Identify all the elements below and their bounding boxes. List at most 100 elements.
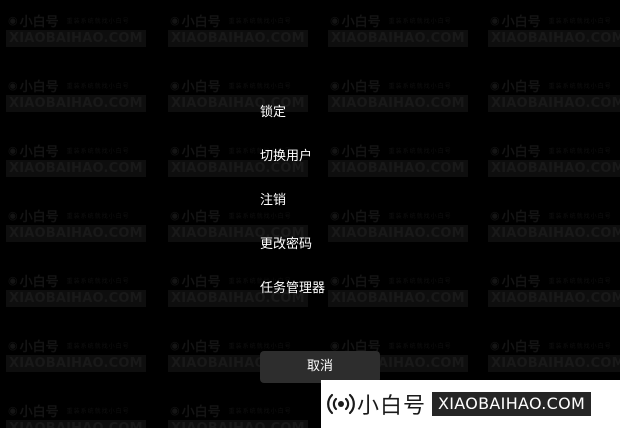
watermark-domain: XIAOBAIHAO.COM (6, 95, 146, 112)
watermark-tile: ◉小白号重装系统就找小白号 XIAOBAIHAO.COM (486, 12, 620, 52)
watermark-tile: ◉小白号重装系统就找小白号 XIAOBAIHAO.COM (486, 337, 620, 377)
watermark-tile: ◉小白号重装系统就找小白号 XIAOBAIHAO.COM (4, 12, 146, 52)
watermark-brand: 小白号 (501, 144, 541, 160)
broadcast-icon: ◉ (330, 143, 340, 157)
watermark-tagline: 重装系统就找小白号 (66, 212, 130, 220)
broadcast-icon: ◉ (330, 208, 340, 222)
watermark-tagline: 重装系统就找小白号 (66, 342, 130, 350)
watermark-brand: 小白号 (501, 274, 541, 290)
watermark-domain: XIAOBAIHAO.COM (6, 160, 146, 177)
watermark-tagline: 重装系统就找小白号 (388, 147, 452, 155)
watermark-tagline: 重装系统就找小白号 (548, 212, 612, 220)
broadcast-icon (327, 390, 355, 418)
broadcast-icon: ◉ (170, 208, 180, 222)
watermark-brand: 小白号 (341, 274, 381, 290)
watermark-tagline: 重装系统就找小白号 (548, 82, 612, 90)
watermark-tile: ◉小白号重装系统就找小白号 XIAOBAIHAO.COM (4, 337, 146, 377)
watermark-brand: 小白号 (19, 144, 59, 160)
watermark-tagline: 重装系统就找小白号 (228, 82, 292, 90)
watermark-brand: 小白号 (341, 14, 381, 30)
menu-item-change-password[interactable]: 更改密码 (260, 232, 312, 258)
watermark-brand: 小白号 (181, 79, 221, 95)
broadcast-icon: ◉ (330, 78, 340, 92)
broadcast-icon: ◉ (8, 273, 18, 287)
watermark-brand: 小白号 (181, 209, 221, 225)
watermark-domain: XIAOBAIHAO.COM (488, 160, 620, 177)
watermark-tagline: 重装系统就找小白号 (388, 17, 452, 25)
watermark-brand: 小白号 (181, 274, 221, 290)
watermark-domain: XIAOBAIHAO.COM (6, 225, 146, 242)
watermark-domain: XIAOBAIHAO.COM (168, 95, 308, 112)
broadcast-icon: ◉ (490, 208, 500, 222)
watermark-brand: 小白号 (501, 209, 541, 225)
cancel-button[interactable]: 取消 (260, 351, 380, 383)
watermark-tile: ◉小白号重装系统就找小白号 XIAOBAIHAO.COM (4, 402, 146, 428)
broadcast-icon: ◉ (170, 143, 180, 157)
broadcast-icon: ◉ (330, 338, 340, 352)
broadcast-icon: ◉ (8, 338, 18, 352)
menu-item-task-manager[interactable]: 任务管理器 (260, 276, 325, 302)
watermark-tile: ◉小白号重装系统就找小白号 XIAOBAIHAO.COM (4, 77, 146, 117)
watermark-brand: 小白号 (19, 79, 59, 95)
watermark-domain: XIAOBAIHAO.COM (488, 30, 620, 47)
watermark-domain: XIAOBAIHAO.COM (328, 160, 468, 177)
watermark-domain: XIAOBAIHAO.COM (328, 30, 468, 47)
watermark-brand: 小白号 (501, 79, 541, 95)
watermark-tile: ◉小白号重装系统就找小白号 XIAOBAIHAO.COM (326, 142, 468, 182)
watermark-tagline: 重装系统就找小白号 (548, 147, 612, 155)
watermark-brand: 小白号 (341, 209, 381, 225)
watermark-tagline: 重装系统就找小白号 (228, 342, 292, 350)
watermark-tile: ◉小白号重装系统就找小白号 XIAOBAIHAO.COM (326, 272, 468, 312)
watermark-domain: XIAOBAIHAO.COM (168, 420, 308, 428)
broadcast-icon: ◉ (170, 78, 180, 92)
broadcast-icon: ◉ (490, 338, 500, 352)
watermark-tagline: 重装系统就找小白号 (66, 17, 130, 25)
watermark-domain: XIAOBAIHAO.COM (328, 95, 468, 112)
broadcast-icon: ◉ (8, 208, 18, 222)
watermark-tile: ◉小白号重装系统就找小白号 XIAOBAIHAO.COM (486, 77, 620, 117)
broadcast-icon: ◉ (490, 13, 500, 27)
broadcast-icon: ◉ (8, 143, 18, 157)
broadcast-icon: ◉ (330, 273, 340, 287)
watermark-tagline: 重装系统就找小白号 (388, 212, 452, 220)
menu-item-lock[interactable]: 锁定 (260, 100, 286, 126)
brand-overlay: 小白号 XIAOBAIHAO.COM (321, 380, 620, 428)
watermark-tagline: 重装系统就找小白号 (228, 17, 292, 25)
broadcast-icon: ◉ (330, 13, 340, 27)
watermark-tile: ◉小白号重装系统就找小白号 XIAOBAIHAO.COM (486, 207, 620, 247)
ctrl-alt-del-screen: ◉ 小白号 重装系统就找小白号 XIAOBAIHAO.COM ◉ 小白号 重装系统就找小白号… (0, 0, 620, 428)
broadcast-icon: ◉ (170, 403, 180, 417)
watermark-brand: 小白号 (19, 209, 59, 225)
broadcast-icon: ◉ (490, 143, 500, 157)
watermark-domain: XIAOBAIHAO.COM (6, 420, 146, 428)
watermark-tagline: 重装系统就找小白号 (388, 82, 452, 90)
watermark-tile: ◉小白号重装系统就找小白号 XIAOBAIHAO.COM (166, 402, 308, 428)
broadcast-icon: ◉ (170, 338, 180, 352)
watermark-tile: ◉小白号重装系统就找小白号 XIAOBAIHAO.COM (4, 272, 146, 312)
brand-name: 小白号 (357, 394, 427, 419)
watermark-brand: 小白号 (501, 14, 541, 30)
watermark-tagline: 重装系统就找小白号 (66, 407, 130, 415)
watermark-tile: ◉小白号重装系统就找小白号 XIAOBAIHAO.COM (4, 207, 146, 247)
watermark-brand: 小白号 (341, 144, 381, 160)
broadcast-icon: ◉ (170, 273, 180, 287)
watermark-tagline: 重装系统就找小白号 (388, 277, 452, 285)
menu-item-switch-user[interactable]: 切换用户 (260, 144, 312, 170)
watermark-tile: ◉小白号重装系统就找小白号 XIAOBAIHAO.COM (326, 207, 468, 247)
watermark-tagline: 重装系统就找小白号 (548, 277, 612, 285)
broadcast-icon: ◉ (8, 78, 18, 92)
watermark-tagline: 重装系统就找小白号 (548, 17, 612, 25)
watermark-domain: XIAOBAIHAO.COM (6, 290, 146, 307)
watermark-tile: ◉小白号重装系统就找小白号 XIAOBAIHAO.COM (4, 142, 146, 182)
watermark-brand: 小白号 (181, 339, 221, 355)
watermark-tagline: 重装系统就找小白号 (388, 342, 452, 350)
broadcast-icon: ◉ (170, 13, 180, 27)
watermark-brand: 小白号 (341, 79, 381, 95)
watermark-domain: XIAOBAIHAO.COM (488, 355, 620, 372)
watermark-tile: ◉小白号重装系统就找小白号 XIAOBAIHAO.COM (486, 142, 620, 182)
broadcast-icon: ◉ (490, 273, 500, 287)
menu-item-sign-out[interactable]: 注销 (260, 188, 286, 214)
watermark-brand: 小白号 (181, 404, 221, 420)
watermark-domain: XIAOBAIHAO.COM (488, 95, 620, 112)
watermark-tagline: 重装系统就找小白号 (66, 82, 130, 90)
